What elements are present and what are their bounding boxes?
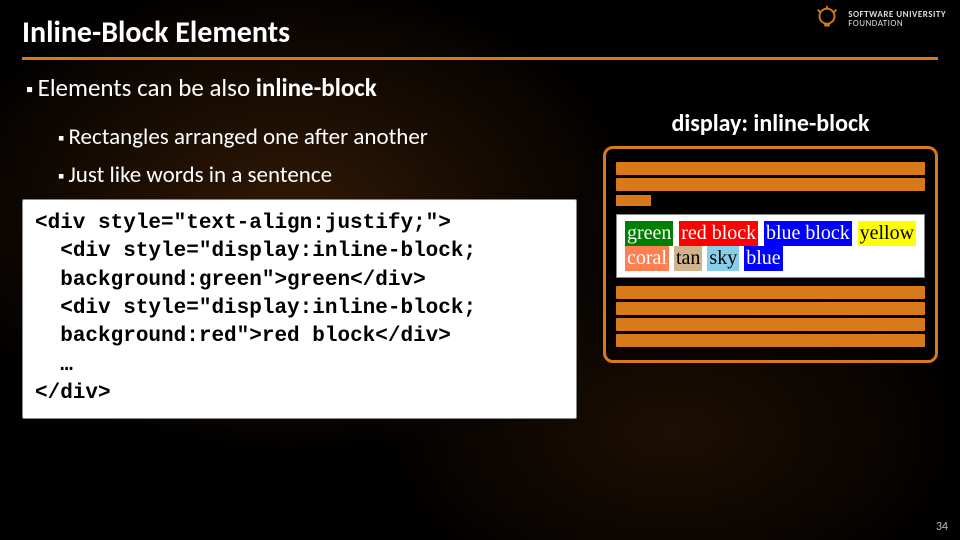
code-sample: <div style="text-align:justify;"> <div s… <box>22 199 577 419</box>
bullet-sub-1: Rectangles arranged one after another <box>58 123 585 151</box>
slide-title: Inline-Block Elements <box>22 14 938 60</box>
text-bar <box>616 302 925 315</box>
text-bar <box>616 286 925 299</box>
demo-tan: tan <box>674 246 702 271</box>
bullet-sub-2: Just like words in a sentence <box>58 161 585 189</box>
text-bar <box>616 334 925 347</box>
demo-sky: sky <box>707 246 739 271</box>
text-bar-short <box>616 195 651 206</box>
brand-logo: SOFTWARE UNIVERSITY FOUNDATION <box>812 4 946 34</box>
demo-blue: blue <box>744 246 782 271</box>
brand-text: SOFTWARE UNIVERSITY FOUNDATION <box>848 10 946 29</box>
brand-line2: FOUNDATION <box>848 19 946 28</box>
demo-yellow: yellow <box>858 221 916 246</box>
text-bar <box>616 318 925 331</box>
demo-blueblock: blue block <box>764 221 852 246</box>
demo-green: green <box>625 221 673 246</box>
demo-frame: green red block blue block yellow coral … <box>603 146 938 363</box>
bullet-main-keyword: inline-block <box>256 72 377 103</box>
inline-block-demo: green red block blue block yellow coral … <box>616 214 925 278</box>
bullet-main: Elements can be also inline-block <box>26 72 938 103</box>
lightbulb-icon <box>812 4 842 34</box>
bullet-main-text: Elements can be also <box>38 72 256 103</box>
slide-number: 34 <box>936 520 948 534</box>
demo-red: red block <box>679 221 758 246</box>
demo-title: display: inline-block <box>603 109 938 138</box>
text-bar <box>616 178 925 191</box>
text-bar <box>616 162 925 175</box>
demo-coral: coral <box>625 246 669 271</box>
